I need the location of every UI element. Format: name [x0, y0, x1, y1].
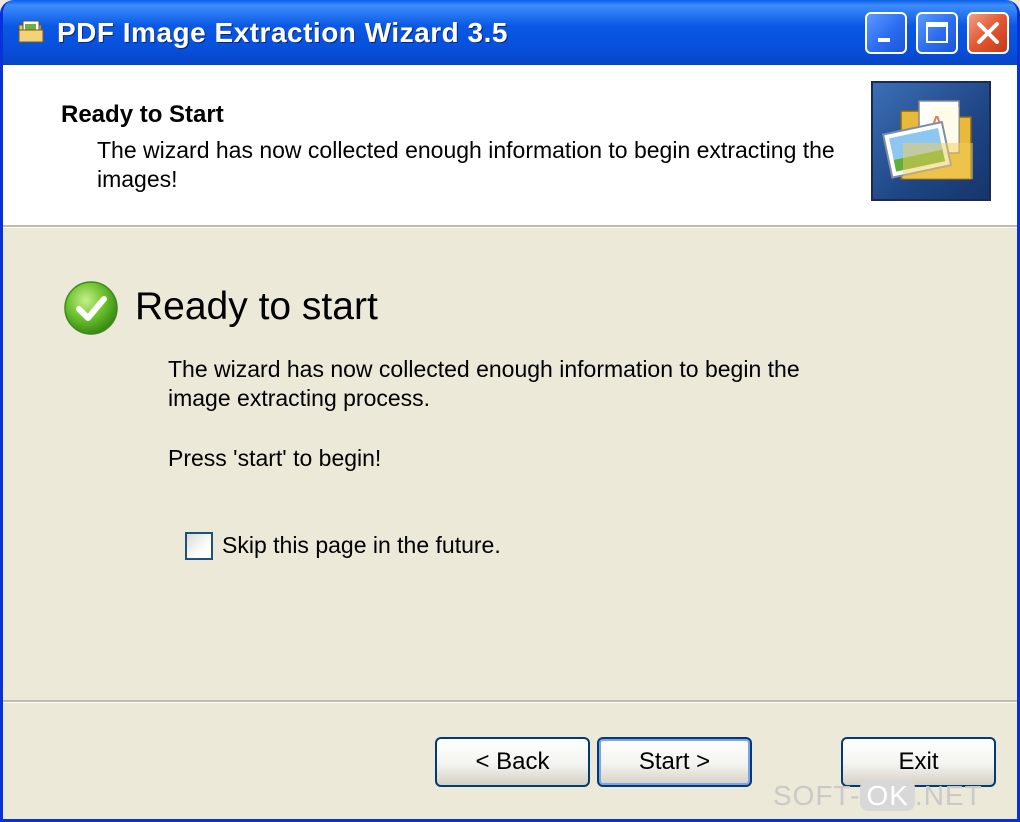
maximize-button[interactable] [916, 12, 958, 54]
skip-page-checkbox[interactable] [185, 532, 213, 560]
watermark-part2: OK [860, 780, 915, 811]
window-title: PDF Image Extraction Wizard 3.5 [57, 17, 508, 48]
folder-pdf-image-icon: A [871, 81, 991, 201]
close-icon [977, 22, 999, 44]
start-button[interactable]: Start > [597, 737, 752, 787]
watermark-part1: SOFT- [773, 780, 861, 811]
maximize-icon [926, 22, 948, 43]
header-divider [3, 225, 1017, 228]
header-description: The wizard has now collected enough info… [97, 137, 835, 192]
skip-page-label[interactable]: Skip this page in the future. [222, 532, 501, 559]
main-title: Ready to start [135, 285, 378, 328]
watermark: SOFT- OK .NET [773, 780, 983, 812]
start-prompt: Press 'start' to begin! [168, 445, 382, 471]
app-icon [18, 20, 44, 43]
header-title: Ready to Start [61, 101, 224, 128]
back-button[interactable]: < Back [435, 737, 590, 787]
minimize-icon [878, 38, 890, 42]
green-check-icon [64, 281, 118, 335]
wizard-window: PDF Image Extraction Wizard 3.5 Ready to… [0, 0, 1020, 822]
minimize-button[interactable] [865, 12, 907, 54]
title-bar[interactable]: PDF Image Extraction Wizard 3.5 [3, 0, 1017, 65]
watermark-part3: .NET [914, 780, 983, 811]
close-button[interactable] [967, 12, 1009, 54]
wizard-header: Ready to Start The wizard has now collec… [3, 65, 1017, 225]
main-description: The wizard has now collected enough info… [168, 356, 800, 411]
footer-divider [3, 700, 1017, 703]
